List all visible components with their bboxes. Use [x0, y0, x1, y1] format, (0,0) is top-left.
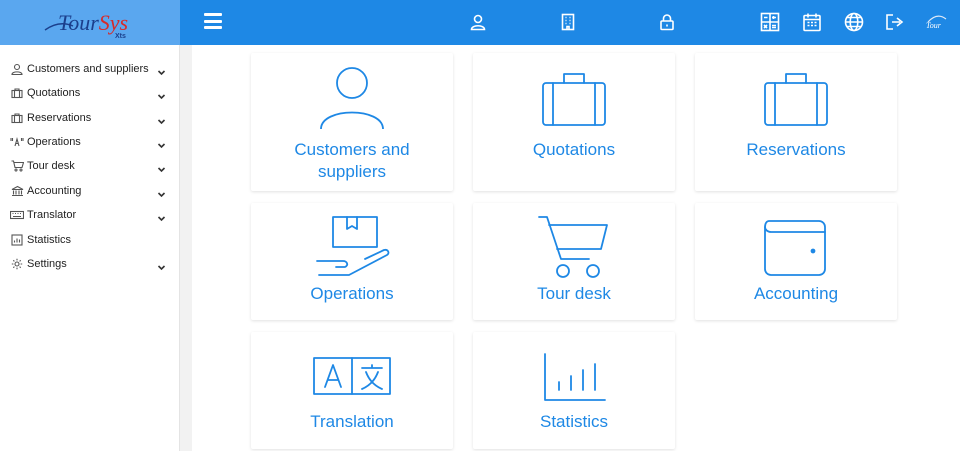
- bar-chart-icon: [473, 352, 675, 402]
- tile-quotations[interactable]: Quotations: [473, 53, 675, 191]
- sidebar-item-label: Tour desk: [27, 160, 75, 172]
- tile-label: Tour desk: [537, 284, 611, 303]
- sidebar-item-label: Reservations: [27, 112, 92, 124]
- cart-icon: [473, 215, 675, 279]
- sidebar-item-label: Quotations: [27, 87, 81, 99]
- briefcase-icon: [473, 71, 675, 127]
- chevron-down-icon[interactable]: [157, 161, 166, 173]
- briefcase-icon: [10, 86, 24, 100]
- tile-operations[interactable]: Operations: [251, 203, 453, 320]
- hand-box-icon: [251, 215, 453, 281]
- calendar-icon[interactable]: [800, 10, 824, 34]
- globe-icon[interactable]: [842, 10, 866, 34]
- user-icon[interactable]: [466, 10, 490, 34]
- chevron-down-icon[interactable]: [157, 137, 166, 149]
- tile-label-line2: suppliers: [317, 162, 387, 181]
- sidebar-item-tour-desk[interactable]: Tour desk: [0, 154, 180, 178]
- keyboard-icon: [10, 208, 24, 222]
- company-logo-icon: Tour: [924, 10, 950, 34]
- building-icon[interactable]: [556, 10, 580, 34]
- lock-icon[interactable]: [655, 10, 679, 34]
- translate-icon: [251, 356, 453, 396]
- quote-a-icon: [10, 135, 24, 149]
- svg-text:Tour: Tour: [926, 21, 942, 30]
- logout-icon[interactable]: [883, 10, 907, 34]
- sidebar-item-label: Translator: [27, 209, 77, 221]
- logo-subtext: Xts: [115, 33, 126, 40]
- tile-label: Operations: [310, 284, 394, 303]
- tile-label: Translation: [310, 412, 394, 431]
- wallet-icon: [695, 219, 897, 277]
- tile-accounting[interactable]: Accounting: [695, 203, 897, 320]
- sidebar-item-customers-and-suppliers[interactable]: Customers and suppliers: [0, 57, 180, 81]
- sidebar-item-label: Statistics: [27, 234, 72, 246]
- briefcase-icon: [695, 71, 897, 127]
- chart-icon: [10, 233, 24, 247]
- sidebar-item-label: Customers and suppliers: [27, 63, 149, 75]
- chevron-down-icon[interactable]: [157, 64, 166, 76]
- sidebar-item-label: Operations: [27, 136, 81, 148]
- tile-label: Quotations: [532, 140, 616, 159]
- chevron-down-icon[interactable]: [157, 186, 166, 198]
- briefcase-icon: [10, 111, 24, 125]
- sidebar-item-quotations[interactable]: Quotations: [0, 81, 180, 105]
- user-icon: [251, 67, 453, 129]
- chevron-down-icon[interactable]: [157, 88, 166, 100]
- sidebar-item-translator[interactable]: Translator: [0, 203, 180, 227]
- chevron-down-icon[interactable]: [157, 113, 166, 125]
- dashboard: Customers and suppliers Quotations Reser…: [192, 45, 960, 451]
- menu-icon[interactable]: [204, 13, 222, 29]
- user-icon: [10, 62, 24, 76]
- sidebar-item-accounting[interactable]: Accounting: [0, 179, 180, 203]
- tile-label: Accounting: [753, 284, 839, 303]
- sidebar-item-statistics[interactable]: Statistics: [0, 228, 180, 252]
- chevron-down-icon[interactable]: [157, 210, 166, 222]
- cart-icon: [10, 159, 24, 173]
- sidebar-item-reservations[interactable]: Reservations: [0, 106, 180, 130]
- tile-tour-desk[interactable]: Tour desk: [473, 203, 675, 320]
- bank-icon: [10, 184, 24, 198]
- sidebar-item-label: Accounting: [27, 185, 82, 197]
- sidebar-item-settings[interactable]: Settings: [0, 252, 180, 276]
- logo[interactable]: TourSys Xts: [0, 0, 180, 45]
- sidebar: Customers and suppliers Quotations Reser…: [0, 45, 180, 451]
- top-bar: TourSys Xts Tour: [0, 0, 960, 45]
- tile-label: Reservations: [746, 140, 846, 159]
- tile-translation[interactable]: Translation: [251, 332, 453, 449]
- chevron-down-icon[interactable]: [157, 259, 166, 271]
- tile-reservations[interactable]: Reservations: [695, 53, 897, 191]
- tile-label: Customers and: [294, 140, 410, 159]
- calculator-icon[interactable]: [758, 10, 782, 34]
- tile-statistics[interactable]: Statistics: [473, 332, 675, 449]
- sidebar-item-label: Settings: [27, 258, 67, 270]
- gear-icon: [10, 257, 24, 271]
- tile-label: Statistics: [539, 412, 609, 431]
- tile-customers-and-suppliers[interactable]: Customers and suppliers: [251, 53, 453, 191]
- sidebar-item-operations[interactable]: Operations: [0, 130, 180, 154]
